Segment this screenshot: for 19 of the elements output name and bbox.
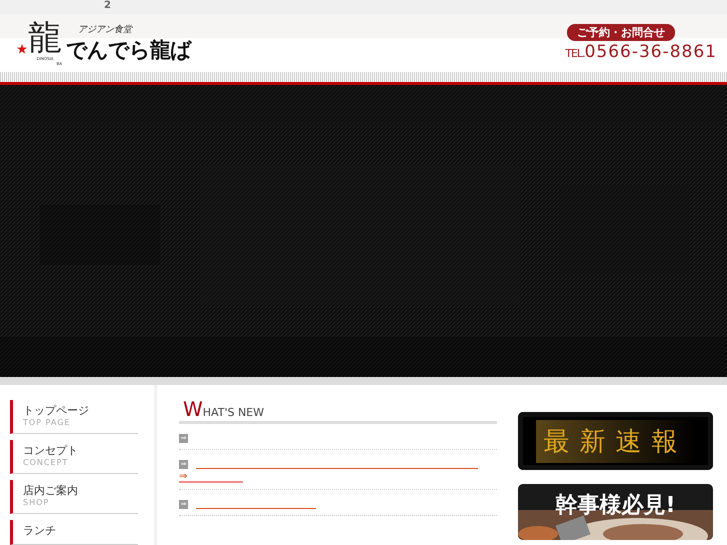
news-link[interactable] (196, 508, 316, 509)
nav-item[interactable]: トップページ TOP PAGE (10, 400, 138, 434)
logo-name: でんでら龍ば (66, 36, 191, 64)
more-link[interactable]: ⇒ (179, 472, 243, 483)
section-title: HAT'S NEW (202, 406, 264, 419)
star-icon (17, 44, 27, 54)
news-link[interactable] (196, 468, 478, 469)
nav-item[interactable]: ランチ (10, 520, 138, 545)
reservation-badge: ご予約・お問合せ (567, 24, 675, 41)
tel-number: 0566-36-8861 (584, 42, 717, 62)
organizer-banner[interactable]: 幹事様必見! (518, 484, 713, 540)
page-number: 2 (104, 0, 111, 13)
nav-item[interactable]: コンセプト CONCEPT (10, 440, 138, 474)
nav-item[interactable]: 店内ご案内 SHOP (10, 480, 138, 514)
logo-tagline: アジアン食堂 (77, 24, 134, 36)
logo-kanji: 龍 (28, 20, 62, 56)
news-banner[interactable]: 最新速報 (518, 412, 713, 470)
tel-prefix: TEL. (565, 47, 585, 60)
section-title-initial: W (183, 397, 203, 421)
